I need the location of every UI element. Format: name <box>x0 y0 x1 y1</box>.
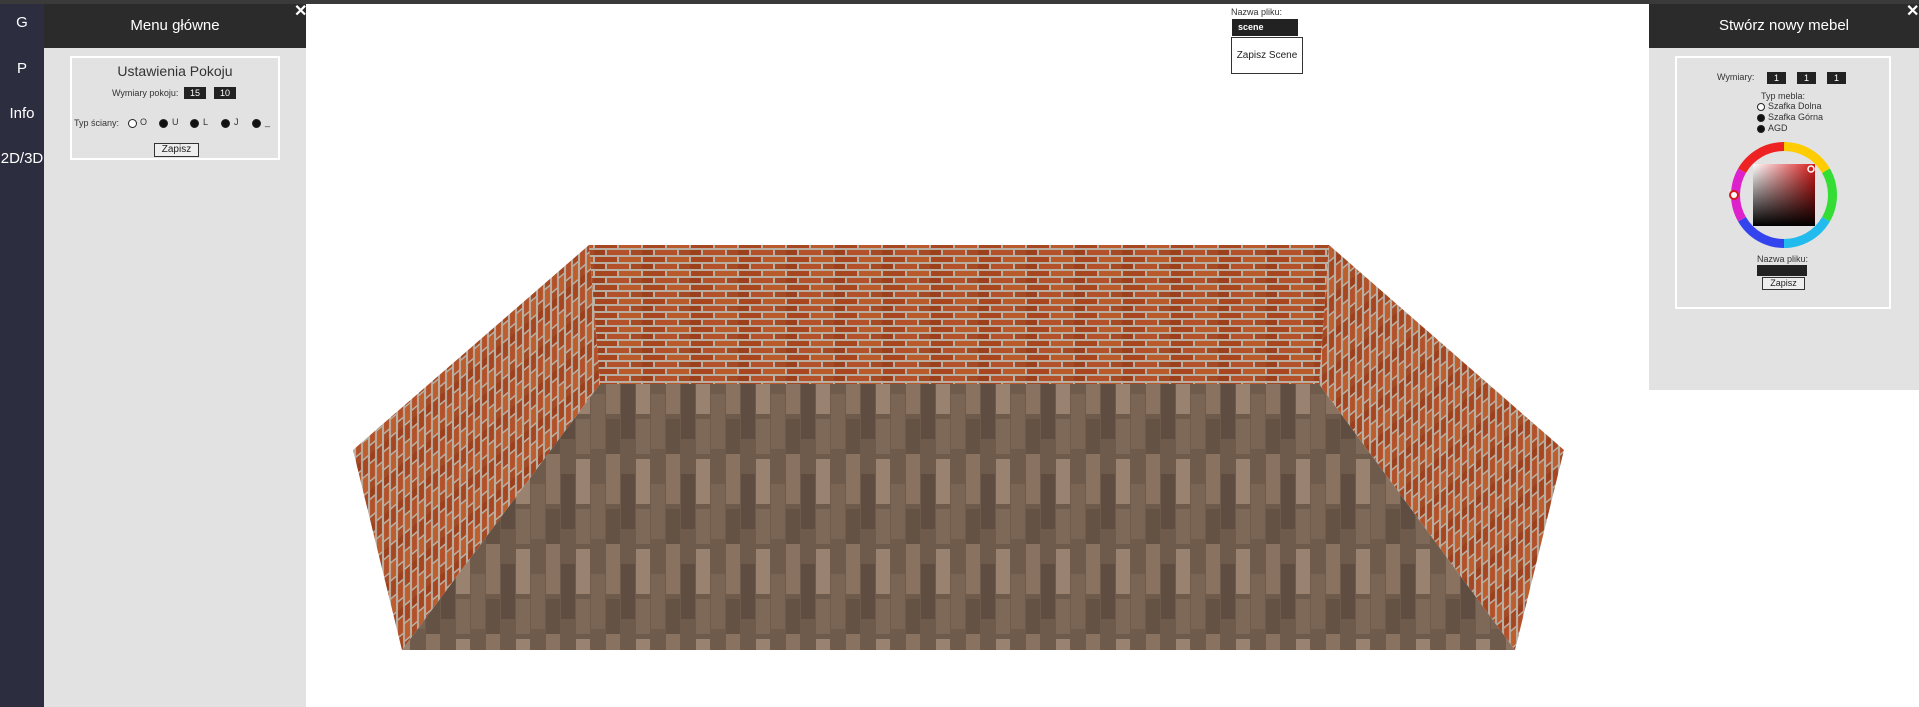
scene-file-name-input[interactable]: scene <box>1232 19 1298 36</box>
save-scene-button[interactable]: Zapisz Scene <box>1231 37 1303 74</box>
wall-type-label: Typ ściany: <box>74 118 120 128</box>
type-agd-radio[interactable] <box>1757 125 1765 133</box>
furniture-file-name-label: Nazwa pliku: <box>1757 254 1809 264</box>
room-3d-render <box>353 245 1564 650</box>
furniture-dim-z-input[interactable]: 1 <box>1827 72 1846 84</box>
scene-viewport[interactable]: Nazwa pliku: scene Zapisz Scene <box>306 4 1649 707</box>
furniture-file-name-input[interactable] <box>1757 265 1807 276</box>
room-width-input[interactable]: 15 <box>184 87 206 99</box>
wall-type-o-label: O <box>140 117 148 127</box>
scene-file-name-label: Nazwa pliku: <box>1231 7 1283 17</box>
wall-type-j-radio[interactable] <box>221 119 230 128</box>
wall-type-l-radio[interactable] <box>190 119 199 128</box>
color-picker[interactable] <box>1727 140 1841 250</box>
wall-type-line-label: _ <box>265 117 271 127</box>
back-wall <box>589 245 1329 384</box>
wall-type-u-radio[interactable] <box>159 119 168 128</box>
main-menu-panel: Menu główne ✕ Ustawienia Pokoju Wymiary … <box>44 4 307 707</box>
new-furniture-title: Stwórz nowy mebel <box>1649 4 1919 48</box>
new-furniture-panel: Stwórz nowy mebel ✕ Wymiary: 1 1 1 Typ m… <box>1649 4 1919 390</box>
room-dims-label: Wymiary pokoju: <box>112 88 179 98</box>
furniture-dims-label: Wymiary: <box>1717 72 1755 82</box>
type-agd-label: AGD <box>1768 123 1788 133</box>
rail-item-info[interactable]: Info <box>0 105 44 122</box>
room-settings-title: Ustawienia Pokoju <box>117 63 233 79</box>
wall-type-l-label: L <box>203 117 209 127</box>
type-lower-cabinet-radio[interactable] <box>1757 103 1765 111</box>
room-settings-card: Ustawienia Pokoju Wymiary pokoju: 15 10 … <box>70 56 280 160</box>
rail-item-p[interactable]: P <box>0 60 44 77</box>
wall-type-u-label: U <box>172 117 179 127</box>
type-lower-cabinet-label: Szafka Dolna <box>1768 101 1822 111</box>
wall-type-line-radio[interactable] <box>252 119 261 128</box>
type-upper-cabinet-label: Szafka Górna <box>1768 112 1824 122</box>
icon-rail: G P Info 2D/3D <box>0 4 44 707</box>
rail-item-2d-3d[interactable]: 2D/3D <box>0 150 44 167</box>
type-upper-cabinet-radio[interactable] <box>1757 114 1765 122</box>
app-window: G P Info 2D/3D Menu główne ✕ Ustawienia … <box>0 0 1919 707</box>
main-menu-title: Menu główne <box>44 4 306 48</box>
furniture-type-label: Typ mebla: <box>1761 91 1806 101</box>
furniture-dim-y-input[interactable]: 1 <box>1797 72 1816 84</box>
room-save-button[interactable]: Zapisz <box>154 143 199 157</box>
hue-handle[interactable] <box>1729 190 1739 200</box>
new-furniture-card: Wymiary: 1 1 1 Typ mebla: Szafka Dolna S… <box>1675 56 1891 309</box>
furniture-save-button[interactable]: Zapisz <box>1762 277 1805 290</box>
furniture-dim-x-input[interactable]: 1 <box>1767 72 1786 84</box>
close-icon[interactable]: ✕ <box>1906 4 1919 20</box>
wall-type-o-radio[interactable] <box>128 119 137 128</box>
room-length-input[interactable]: 10 <box>214 87 236 99</box>
rail-item-g[interactable]: G <box>0 14 44 31</box>
wall-type-j-label: J <box>234 117 239 127</box>
